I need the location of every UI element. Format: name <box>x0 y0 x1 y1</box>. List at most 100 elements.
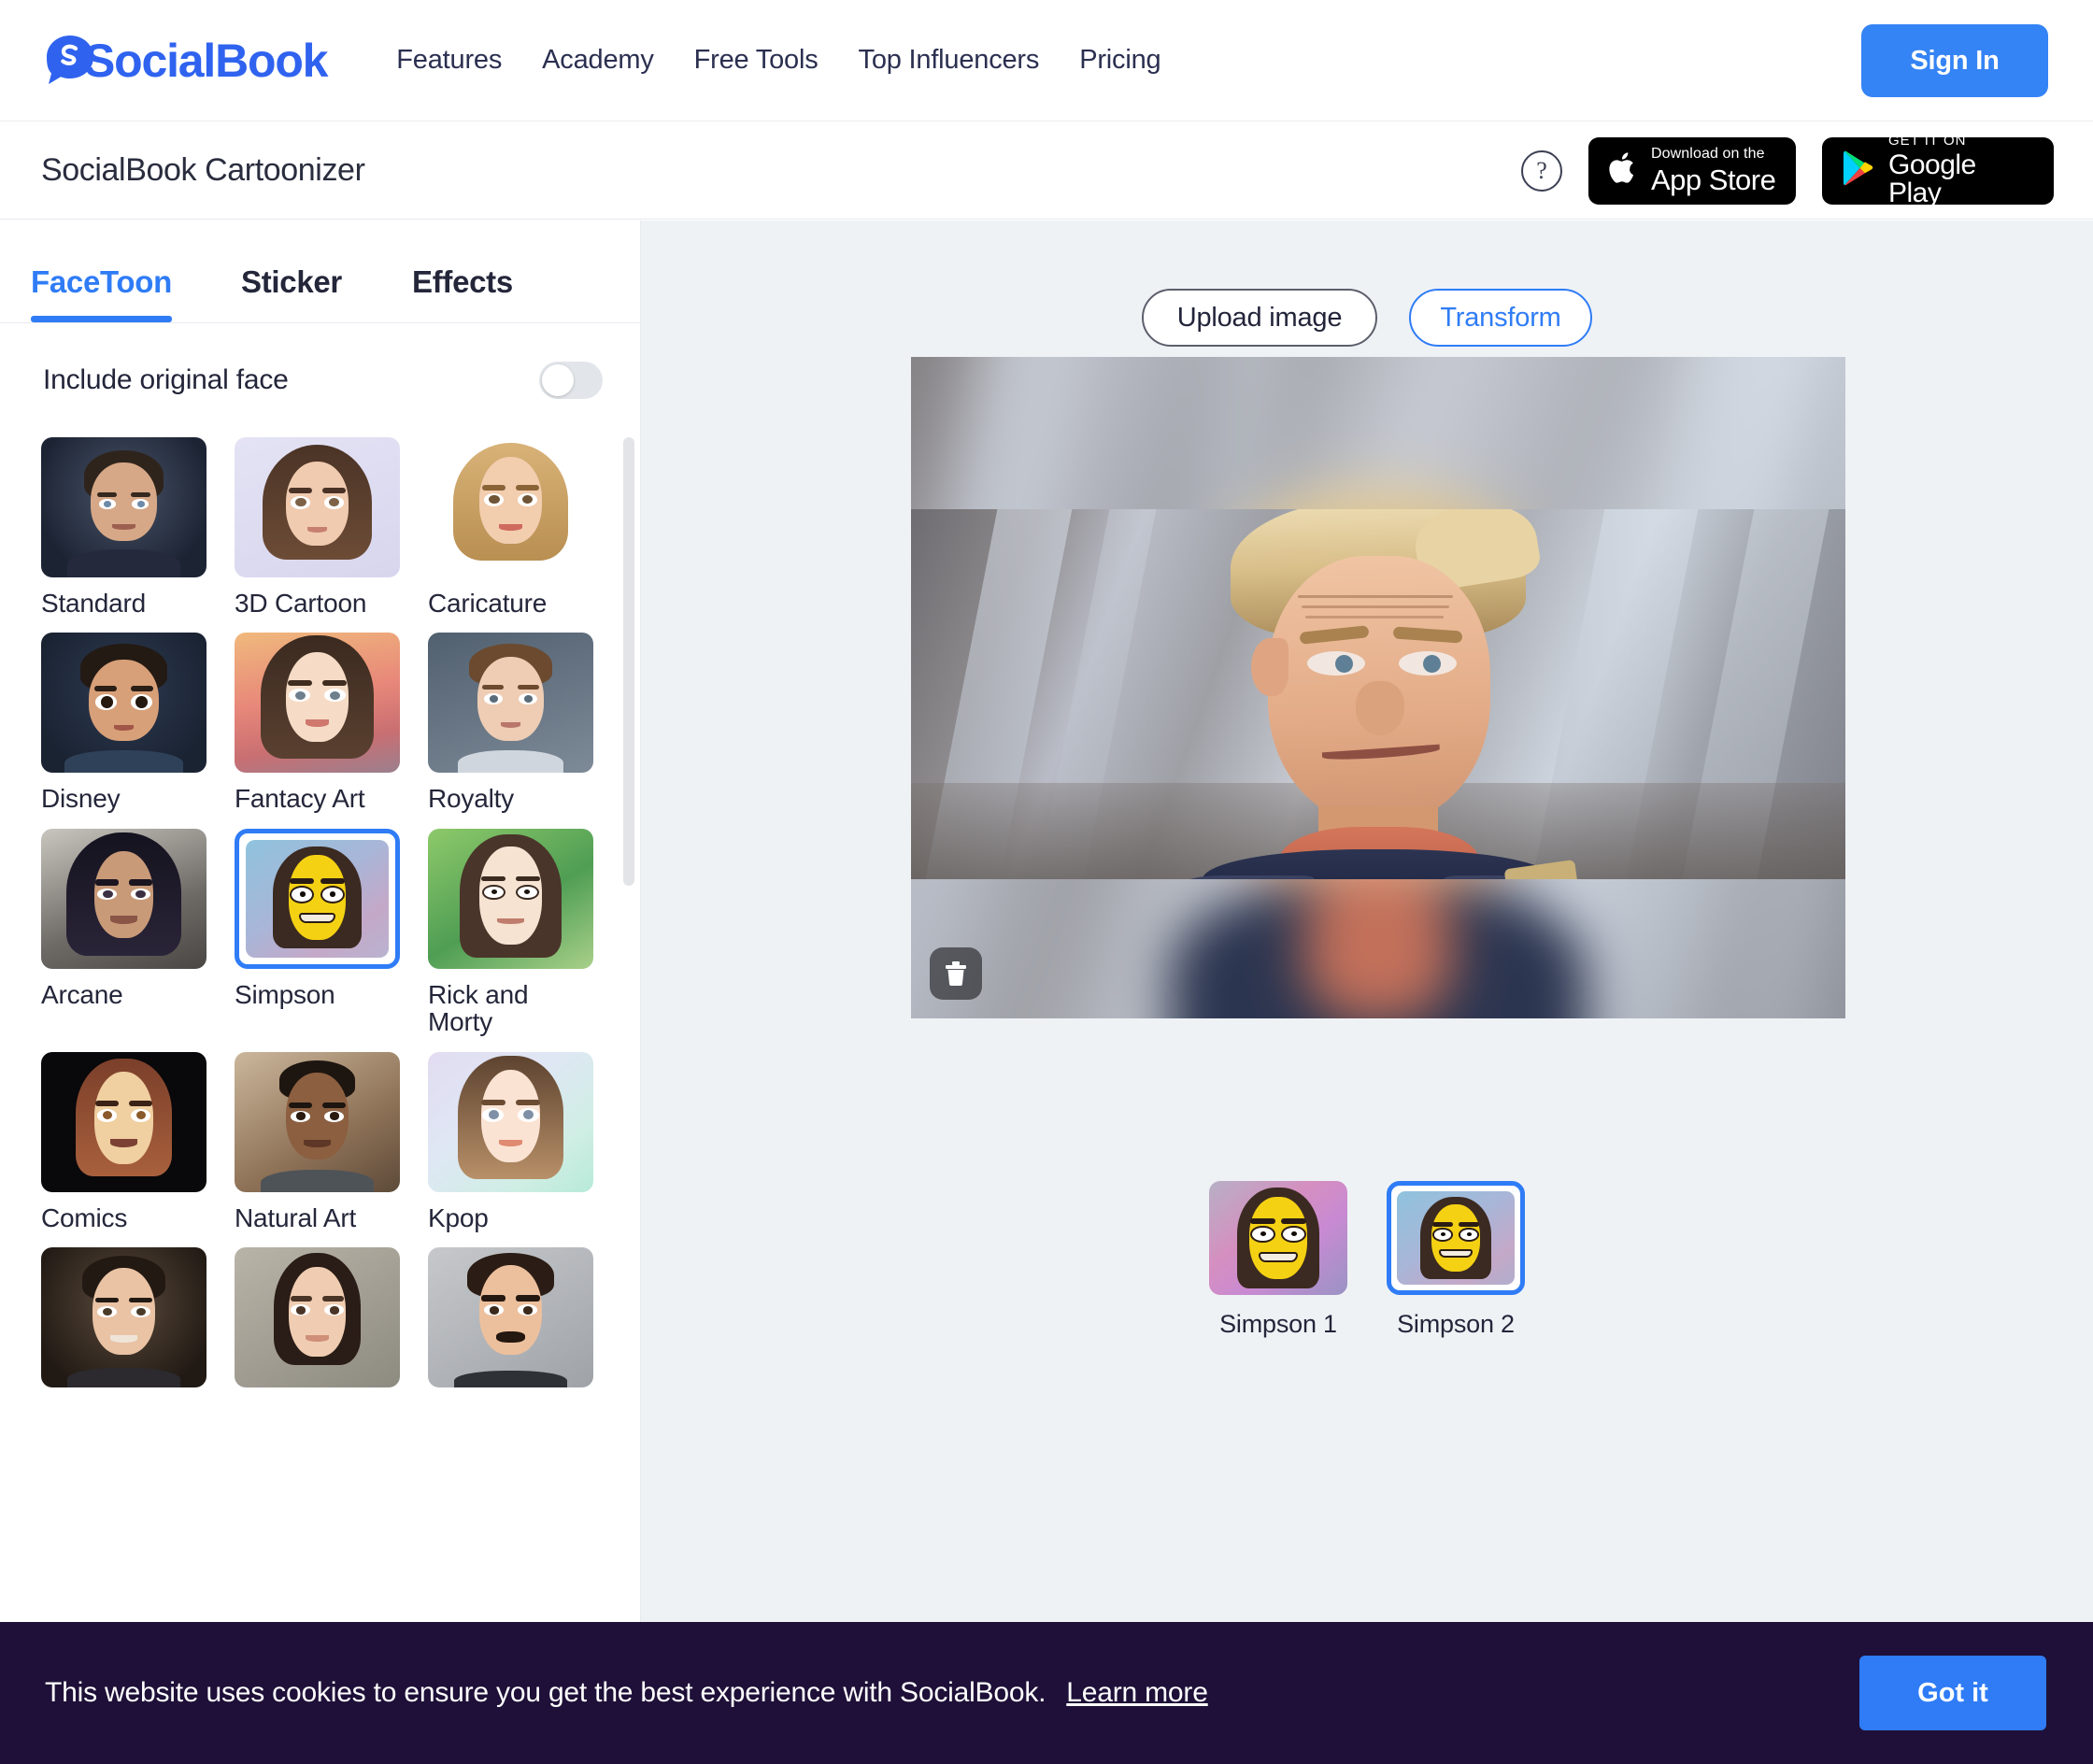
google-play-badge[interactable]: GET IT ON Google Play <box>1822 134 2054 207</box>
page-root: SocialBook Features Academy Free Tools T… <box>0 0 2093 1764</box>
style-label: Fantacy Art <box>235 784 365 814</box>
trash-icon[interactable] <box>930 947 982 1000</box>
sidebar-scrollbar[interactable] <box>623 437 634 886</box>
style-card-arcane[interactable]: Arcane <box>41 828 206 1036</box>
google-play-icon <box>1841 149 1876 192</box>
style-thumbnail <box>41 828 206 969</box>
style-thumb-image-simpson <box>246 839 389 958</box>
tab-facetoon[interactable]: FaceToon <box>31 264 172 322</box>
nav-link-features[interactable]: Features <box>396 45 502 76</box>
style-thumb-image-kpop <box>428 1051 593 1192</box>
style-thumb-image-row5-1 <box>41 1246 206 1387</box>
style-label: Kpop <box>428 1202 489 1232</box>
style-card-row5-3[interactable] <box>428 1246 593 1400</box>
result-label: Simpson 2 <box>1397 1310 1515 1338</box>
google-play-badge-big: Google Play <box>1888 149 1976 208</box>
subheader-actions: ? Download on the App Store GET IT ON Go… <box>1521 121 2054 220</box>
include-original-face-label: Include original face <box>43 364 289 395</box>
app-store-badge-big: App Store <box>1651 164 1776 196</box>
result-label: Simpson 1 <box>1219 1310 1337 1338</box>
style-thumbnail <box>428 1051 593 1192</box>
transform-button[interactable]: Transform <box>1409 289 1592 347</box>
socialbook-logo[interactable]: SocialBook <box>41 32 328 90</box>
sidebar-tabs: FaceToon Sticker Effects <box>0 220 640 323</box>
style-label: Standard <box>41 589 147 618</box>
style-label: Simpson <box>235 979 335 1009</box>
nav-link-pricing[interactable]: Pricing <box>1079 45 1160 76</box>
result-card-simpson-2[interactable]: Simpson 2 <box>1387 1181 1525 1339</box>
logo-wordmark: SocialBook <box>84 34 328 87</box>
hero-portrait <box>1175 509 1584 879</box>
style-label: Natural Art <box>235 1202 357 1232</box>
nav-link-top-influencers[interactable]: Top Influencers <box>859 45 1040 76</box>
style-thumb-image-comics <box>41 1051 206 1192</box>
style-card-3d-cartoon[interactable]: 3D Cartoon <box>235 437 400 617</box>
canvas-toolbar: Upload image Transform <box>641 220 2093 347</box>
image-preview-stage[interactable] <box>911 357 1845 1018</box>
include-original-face-toggle[interactable] <box>539 362 603 399</box>
style-thumb-image-arcane <box>41 828 206 969</box>
style-thumbnail <box>235 1246 400 1387</box>
style-label: Caricature <box>428 589 548 618</box>
style-card-disney[interactable]: Disney <box>41 633 206 813</box>
style-thumb-image-row5-2 <box>235 1246 400 1387</box>
cookie-message: This website uses cookies to ensure you … <box>45 1677 1046 1708</box>
style-card-row5-2[interactable] <box>235 1246 400 1400</box>
result-card-simpson-1[interactable]: Simpson 1 <box>1209 1181 1347 1339</box>
cookie-consent-bar: This website uses cookies to ensure you … <box>0 1622 2093 1764</box>
style-thumbnail-grid: Standard 3D Cartoon Caricature Disney Fa… <box>0 437 640 1415</box>
style-card-comics[interactable]: Comics <box>41 1051 206 1232</box>
learn-more-link[interactable]: Learn more <box>1066 1677 1208 1709</box>
style-card-rick-and-morty[interactable]: Rick and Morty <box>428 828 593 1037</box>
style-thumbnail <box>41 437 206 577</box>
app-store-badge-text: Download on the App Store <box>1651 147 1776 196</box>
style-label: Royalty <box>428 784 514 814</box>
nav-link-academy[interactable]: Academy <box>542 45 654 76</box>
style-label: Rick and Morty <box>428 979 529 1037</box>
style-label: Arcane <box>41 979 123 1009</box>
style-thumb-image-natural-art <box>235 1051 400 1192</box>
google-play-badge-small: GET IT ON <box>1888 133 1967 149</box>
upload-image-button[interactable]: Upload image <box>1142 289 1377 347</box>
sign-in-button[interactable]: Sign In <box>1861 24 2048 97</box>
style-thumbnail <box>428 828 593 969</box>
accept-cookies-button[interactable]: Got it <box>1859 1656 2046 1730</box>
style-label: 3D Cartoon <box>235 589 367 618</box>
style-thumbnail <box>428 437 593 577</box>
style-thumb-image-3d-cartoon <box>235 437 400 577</box>
tab-sticker[interactable]: Sticker <box>241 264 342 322</box>
nav-links: Features Academy Free Tools Top Influenc… <box>396 45 1160 76</box>
toggle-knob <box>542 364 574 396</box>
style-card-kpop[interactable]: Kpop <box>428 1051 593 1232</box>
result-thumbnail-selected <box>1387 1181 1525 1295</box>
style-label: Comics <box>41 1202 128 1232</box>
style-thumbnail <box>41 1051 206 1192</box>
style-card-natural-art[interactable]: Natural Art <box>235 1051 400 1232</box>
style-thumbnail <box>428 1246 593 1387</box>
style-thumbnail <box>235 633 400 774</box>
style-thumb-image-row5-3 <box>428 1246 593 1387</box>
style-thumb-image-disney <box>41 633 206 774</box>
result-thumb-image-1 <box>1209 1181 1347 1295</box>
app-store-badge[interactable]: Download on the App Store <box>1588 136 1796 205</box>
style-card-simpson[interactable]: Simpson <box>235 828 400 1036</box>
socialbook-speech-bubble-logo-icon <box>41 32 99 90</box>
style-card-fantacy-art[interactable]: Fantacy Art <box>235 633 400 814</box>
style-card-royalty[interactable]: Royalty <box>428 633 593 814</box>
apple-logo-icon <box>1607 149 1639 192</box>
tab-effects[interactable]: Effects <box>412 264 513 322</box>
style-card-row5-1[interactable] <box>41 1246 206 1400</box>
style-thumbnail <box>428 633 593 774</box>
style-thumbnail <box>235 437 400 577</box>
style-card-caricature[interactable]: Caricature <box>428 437 593 617</box>
result-thumbnails: Simpson 1 Simpson 2 <box>641 1181 2093 1339</box>
page-title: SocialBook Cartoonizer <box>41 151 365 188</box>
style-thumbnail-selected <box>235 828 400 969</box>
styles-sidebar: FaceToon Sticker Effects Include origina… <box>0 220 641 1622</box>
style-card-standard[interactable]: Standard <box>41 437 206 617</box>
editor-canvas-area: Upload image Transform Simpson 1 Simpson… <box>641 220 2093 1622</box>
top-navigation-bar: SocialBook Features Academy Free Tools T… <box>0 0 2093 121</box>
nav-link-free-tools[interactable]: Free Tools <box>694 45 819 76</box>
question-mark-circle-icon[interactable]: ? <box>1521 149 1562 192</box>
google-play-badge-text: GET IT ON Google Play <box>1888 134 2035 207</box>
